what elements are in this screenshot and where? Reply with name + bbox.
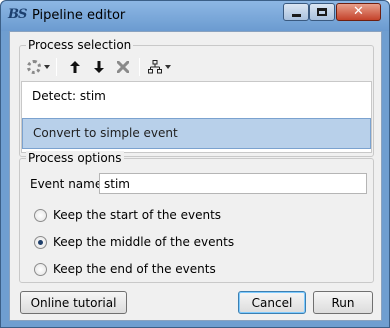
pipeline-editor-window: BS Pipeline editor ✕ Process selection D… xyxy=(0,0,390,328)
process-toolbar xyxy=(21,54,372,80)
window-title: Pipeline editor xyxy=(32,8,126,23)
toolbar-separator xyxy=(56,58,57,76)
close-button[interactable]: ✕ xyxy=(336,3,381,21)
minimize-button[interactable] xyxy=(283,3,309,21)
delete-process-button[interactable] xyxy=(113,57,133,77)
radio-keep-middle[interactable]: Keep the middle of the events xyxy=(34,235,234,249)
maximize-icon xyxy=(317,8,327,16)
process-options-title: Process options xyxy=(26,151,124,165)
toolbar-separator xyxy=(139,58,140,76)
radio-button[interactable] xyxy=(34,235,47,249)
process-list: Detect: stim Convert to simple event xyxy=(21,81,372,153)
process-selection-title: Process selection xyxy=(26,38,134,52)
arrow-up-icon xyxy=(70,61,80,73)
dialog-body: Process selection Detect: stim Convert t… xyxy=(9,31,382,321)
move-up-button[interactable] xyxy=(65,57,85,77)
radio-keep-end-label: Keep the end of the events xyxy=(53,262,216,276)
chevron-down-icon xyxy=(165,65,171,69)
radio-keep-middle-label: Keep the middle of the events xyxy=(53,235,235,249)
event-names-input[interactable] xyxy=(99,173,367,194)
tree-icon xyxy=(148,60,162,74)
online-tutorial-button[interactable]: Online tutorial xyxy=(20,291,127,314)
radio-button[interactable] xyxy=(34,208,47,222)
close-icon: ✕ xyxy=(353,4,364,19)
arrow-down-icon xyxy=(94,61,104,73)
run-button[interactable]: Run xyxy=(313,291,373,314)
cancel-button[interactable]: Cancel xyxy=(238,291,306,314)
move-down-button[interactable] xyxy=(89,57,109,77)
app-icon: BS xyxy=(8,7,27,22)
radio-keep-end[interactable]: Keep the end of the events xyxy=(34,262,216,276)
delete-icon xyxy=(117,61,129,73)
process-selection-group: Process selection Detect: stim Convert t… xyxy=(19,38,374,157)
maximize-button[interactable] xyxy=(309,3,335,21)
process-options-group: Process options Event names: Keep the st… xyxy=(19,151,374,283)
minimize-icon xyxy=(291,13,301,17)
process-item-detect[interactable]: Detect: stim xyxy=(22,82,371,110)
title-bar[interactable]: BS Pipeline editor ✕ xyxy=(1,1,389,31)
pipeline-tree-button[interactable] xyxy=(148,57,171,77)
chevron-down-icon xyxy=(44,65,50,69)
add-process-button[interactable] xyxy=(27,57,50,77)
radio-keep-start-label: Keep the start of the events xyxy=(53,208,222,222)
radio-button[interactable] xyxy=(34,262,47,276)
process-item-convert[interactable]: Convert to simple event xyxy=(22,118,371,149)
gear-icon xyxy=(27,60,41,74)
radio-keep-start[interactable]: Keep the start of the events xyxy=(34,208,221,222)
